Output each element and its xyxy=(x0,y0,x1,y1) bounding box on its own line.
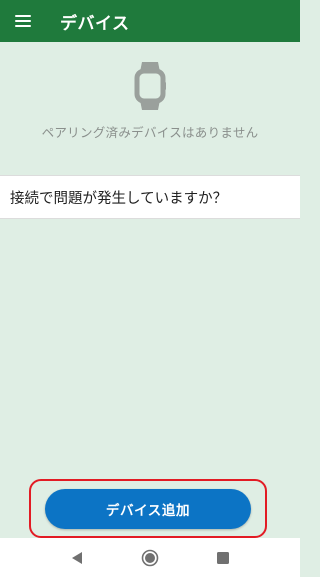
empty-state: ペアリング済みデバイスはありません xyxy=(0,60,300,141)
add-device-button[interactable]: デバイス追加 xyxy=(45,488,251,529)
connection-help-label: 接続で問題が発生していますか？ xyxy=(10,190,228,207)
app-bar: デバイス xyxy=(0,0,300,42)
recents-button[interactable] xyxy=(203,543,243,573)
home-button[interactable] xyxy=(130,543,170,573)
main-content: ペアリング済みデバイスはありません 接続で問題が発生していますか？ デバイス追加 xyxy=(0,42,300,538)
home-circle-icon xyxy=(141,549,159,566)
menu-button[interactable] xyxy=(0,0,46,42)
connection-help-link[interactable]: 接続で問題が発生していますか？ xyxy=(0,175,300,219)
add-device-highlight: デバイス追加 xyxy=(29,479,267,538)
smartwatch-icon xyxy=(134,62,166,110)
page-title: デバイス xyxy=(60,13,130,34)
add-device-label: デバイス追加 xyxy=(105,502,191,519)
system-navigation-bar xyxy=(0,538,300,577)
recents-square-icon xyxy=(217,551,230,564)
hamburger-menu-icon xyxy=(15,15,31,27)
empty-state-message: ペアリング済みデバイスはありません xyxy=(41,125,259,140)
back-button[interactable] xyxy=(57,543,97,573)
back-triangle-icon xyxy=(71,551,82,564)
